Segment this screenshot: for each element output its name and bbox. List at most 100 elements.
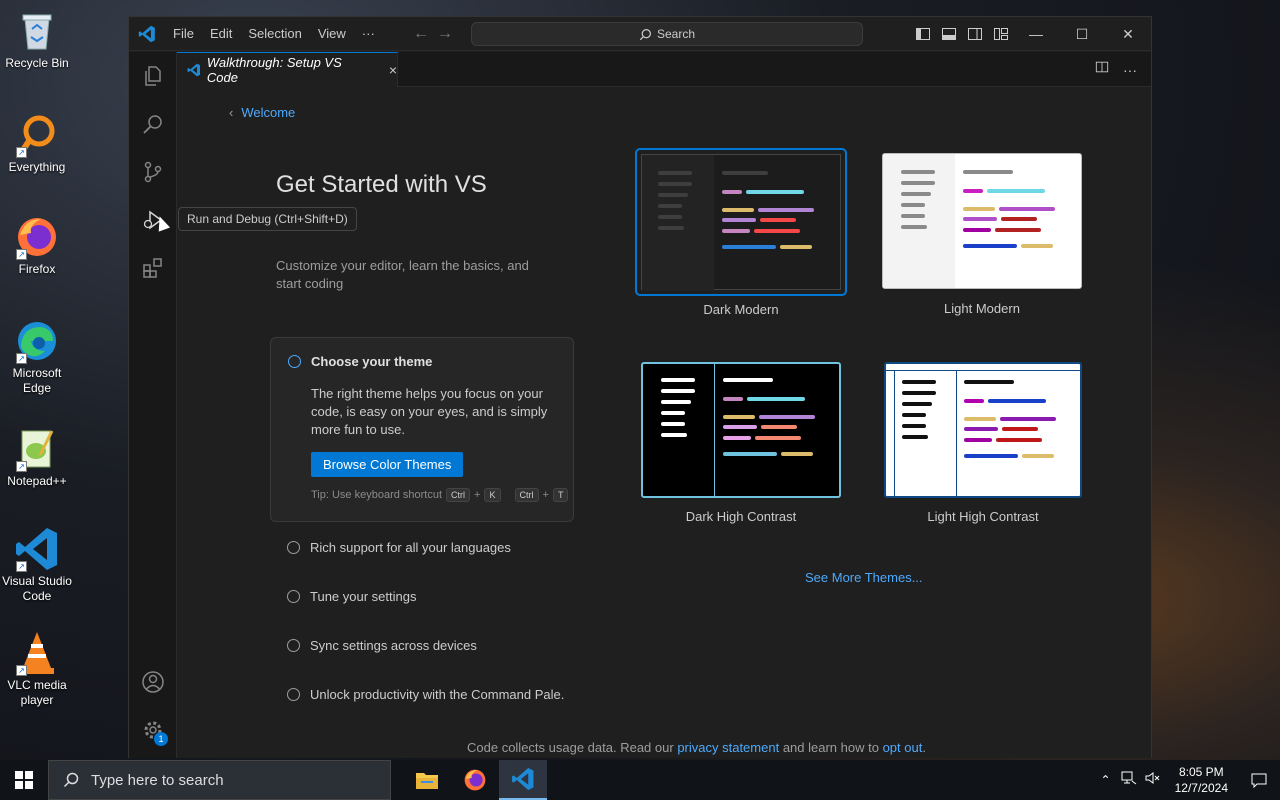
opt-out-link[interactable]: opt out	[883, 740, 923, 755]
show-hidden-icons-icon[interactable]: ⌃	[1095, 773, 1117, 787]
taskbar-search-box[interactable]: Type here to search	[48, 760, 391, 800]
see-more-themes-link[interactable]: See More Themes...	[805, 570, 923, 585]
shortcut-arrow-icon: ↗	[16, 665, 27, 676]
shortcut-tip: Tip: Use keyboard shortcut Ctrl + K Ctrl…	[311, 488, 569, 502]
minimize-icon[interactable]: —	[1013, 17, 1059, 51]
windows-logo-icon	[15, 771, 33, 789]
manage-gear-icon[interactable]: 1	[129, 706, 177, 754]
tab-walkthrough[interactable]: Walkthrough: Setup VS Code ×	[177, 52, 398, 87]
system-tray: ⌃ 8:05 PM 12/7/2024	[1095, 760, 1280, 800]
tab-title: Walkthrough: Setup VS Code	[206, 55, 342, 85]
desktop-icon-recycle-bin[interactable]: Recycle Bin	[0, 8, 74, 71]
menu-file[interactable]: File	[165, 17, 202, 51]
notepadpp-icon: ↗	[14, 426, 60, 472]
everything-search-icon: ↗	[14, 112, 60, 158]
theme-light-high-contrast[interactable]: Light High Contrast	[884, 362, 1082, 528]
toggle-secondary-sidebar-icon[interactable]	[967, 26, 983, 42]
step-choose-theme[interactable]: Choose your theme The right theme helps …	[270, 337, 574, 522]
theme-label: Dark Modern	[703, 302, 779, 317]
search-view-icon[interactable]	[129, 100, 177, 148]
step-radio-icon	[288, 355, 301, 368]
browse-color-themes-button[interactable]: Browse Color Themes	[311, 452, 464, 477]
kbd-key: Ctrl	[446, 488, 471, 502]
split-editor-icon[interactable]	[1095, 60, 1109, 79]
source-control-icon[interactable]	[129, 148, 177, 196]
taskbar-firefox[interactable]	[451, 760, 499, 800]
desktop-icon-edge[interactable]: ↗ Microsoft Edge	[0, 318, 74, 396]
desktop-icon-everything[interactable]: ↗ Everything	[0, 112, 74, 175]
footer-suffix: .	[922, 740, 926, 755]
page-title: Get Started with VS	[276, 171, 487, 198]
taskbar-search-placeholder: Type here to search	[91, 771, 224, 789]
tab-close-icon[interactable]: ×	[389, 62, 397, 78]
theme-preview-dark-modern	[635, 148, 847, 296]
desktop-icon-notepadpp[interactable]: ↗ Notepad++	[0, 426, 74, 489]
more-actions-icon[interactable]: ···	[1123, 62, 1137, 78]
toggle-primary-sidebar-icon[interactable]	[915, 26, 931, 42]
run-and-debug-icon[interactable]	[129, 196, 177, 244]
vscode-tab-icon	[187, 63, 201, 77]
search-icon	[639, 28, 651, 40]
vscode-icon	[512, 768, 534, 790]
privacy-statement-link[interactable]: privacy statement	[677, 740, 779, 755]
step-settings[interactable]: Tune your settings	[287, 589, 416, 604]
step-label: Tune your settings	[310, 589, 417, 604]
menu-more[interactable]: ···	[354, 17, 383, 51]
back-label: Welcome	[241, 105, 296, 120]
accounts-icon[interactable]	[129, 658, 177, 706]
step-command-palette[interactable]: Unlock productivity with the Command Pal…	[287, 687, 564, 702]
step-description: The right theme helps you focus on your …	[311, 386, 548, 437]
toggle-panel-icon[interactable]	[941, 26, 957, 42]
step-radio-icon	[287, 639, 300, 652]
kbd-key: T	[552, 488, 569, 502]
menu-edit[interactable]: Edit	[202, 17, 240, 51]
back-to-welcome-link[interactable]: ‹ Welcome	[229, 105, 295, 120]
shortcut-arrow-icon: ↗	[16, 561, 27, 572]
step-radio-icon	[287, 590, 300, 603]
theme-label: Light High Contrast	[927, 509, 1039, 524]
maximize-icon[interactable]: ☐	[1059, 17, 1105, 51]
menu-selection[interactable]: Selection	[240, 17, 309, 51]
theme-dark-high-contrast[interactable]: Dark High Contrast	[641, 362, 841, 528]
activity-bar: 1	[129, 52, 177, 758]
firefox-icon	[464, 769, 486, 791]
start-button[interactable]	[0, 760, 48, 800]
clock[interactable]: 8:05 PM 12/7/2024	[1165, 764, 1238, 796]
close-window-icon[interactable]: ✕	[1105, 17, 1151, 51]
step-label: Unlock productivity with the Command Pal…	[310, 687, 565, 702]
desktop-icon-vscode[interactable]: ↗ Visual Studio Code	[0, 526, 74, 604]
customize-layout-icon[interactable]	[993, 26, 1009, 42]
vlc-icon: ↗	[14, 630, 60, 676]
edge-icon: ↗	[14, 318, 60, 364]
extensions-icon[interactable]	[129, 244, 177, 292]
step-label: Sync settings across devices	[310, 638, 477, 653]
step-languages[interactable]: Rich support for all your languages	[287, 540, 511, 555]
clock-date: 12/7/2024	[1174, 781, 1228, 795]
theme-light-modern[interactable]: Light Modern	[882, 153, 1082, 319]
step-title: Choose your theme	[311, 354, 433, 369]
step-sync[interactable]: Sync settings across devices	[287, 638, 477, 653]
explorer-icon[interactable]	[129, 52, 177, 100]
desktop-icon-firefox[interactable]: ↗ Firefox	[0, 214, 74, 277]
command-center-search[interactable]: Search	[471, 22, 863, 46]
run-and-debug-tooltip: Run and Debug (Ctrl+Shift+D)	[178, 207, 357, 231]
volume-muted-icon[interactable]	[1141, 771, 1165, 790]
theme-label: Light Modern	[944, 301, 1020, 316]
desktop-icon-vlc[interactable]: ↗ VLC media player	[0, 630, 74, 708]
shortcut-arrow-icon: ↗	[16, 147, 27, 158]
shortcut-arrow-icon: ↗	[16, 353, 27, 364]
taskbar-file-explorer[interactable]	[403, 760, 451, 800]
taskbar-vscode[interactable]	[499, 760, 547, 800]
vscode-logo-icon	[129, 17, 165, 51]
notifications-icon[interactable]	[1238, 772, 1280, 788]
menu-view[interactable]: View	[310, 17, 354, 51]
back-arrow-icon[interactable]: ←	[413, 25, 429, 43]
theme-dark-modern[interactable]: Dark Modern	[635, 148, 847, 318]
forward-arrow-icon[interactable]: →	[437, 25, 453, 43]
theme-preview-light-modern	[882, 153, 1082, 289]
footer-prefix: Code collects usage data. Read our	[467, 740, 674, 755]
window-controls: — ☐ ✕	[1013, 17, 1151, 51]
theme-preview-dark-hc	[641, 362, 841, 498]
network-icon[interactable]	[1117, 771, 1141, 790]
step-radio-icon	[287, 541, 300, 554]
